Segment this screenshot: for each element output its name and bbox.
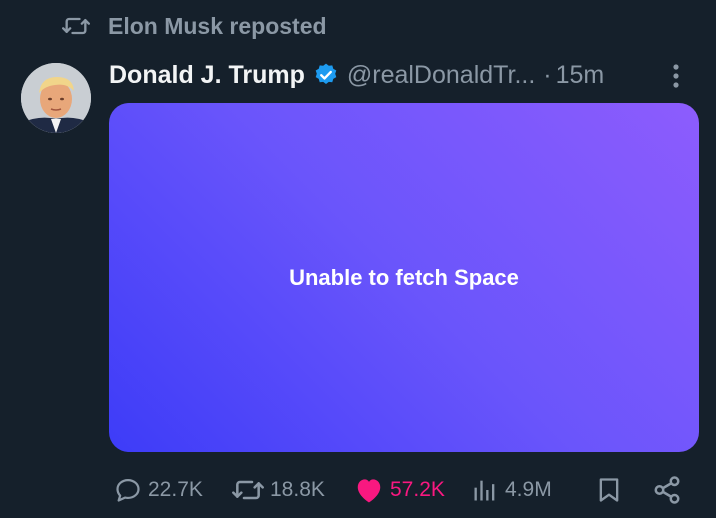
repost-button[interactable]: 18.8K	[232, 470, 325, 510]
like-button[interactable]: 57.2K	[354, 470, 445, 510]
separator-dot: ·	[543, 60, 552, 89]
repost-count: 18.8K	[270, 478, 325, 501]
share-icon	[654, 476, 680, 504]
reply-count: 22.7K	[148, 478, 203, 501]
reply-button[interactable]: 22.7K	[114, 470, 203, 510]
repost-icon	[232, 480, 264, 500]
bookmark-icon	[599, 478, 619, 502]
repost-context[interactable]: Elon Musk reposted	[62, 12, 327, 40]
view-count: 4.9M	[505, 478, 552, 501]
reply-icon	[116, 478, 140, 502]
views-button[interactable]: 4.9M	[471, 470, 552, 510]
action-bar: 22.7K 18.8K 57.2K 4.9M	[109, 470, 699, 510]
like-count: 57.2K	[390, 478, 445, 501]
analytics-icon	[474, 480, 495, 501]
avatar[interactable]	[21, 63, 91, 133]
tweet-header: Donald J. Trump @realDonaldTr... · 15m	[109, 56, 709, 94]
verified-badge-icon[interactable]	[313, 62, 339, 88]
tweet[interactable]: Elon Musk reposted Donald J. Trump @real…	[0, 0, 716, 518]
handle[interactable]: @realDonaldTr...	[347, 61, 535, 90]
more-vertical-icon	[673, 64, 679, 88]
timestamp[interactable]: 15m	[556, 61, 605, 90]
heart-icon	[357, 479, 381, 503]
space-card[interactable]: Unable to fetch Space	[109, 103, 699, 452]
more-options-button[interactable]	[663, 60, 689, 92]
display-name[interactable]: Donald J. Trump	[109, 61, 305, 90]
space-error-message: Unable to fetch Space	[289, 264, 519, 290]
share-button[interactable]	[652, 470, 682, 510]
repost-label: Elon Musk reposted	[108, 12, 327, 39]
repost-icon	[62, 12, 90, 40]
bookmark-button[interactable]	[595, 470, 623, 510]
